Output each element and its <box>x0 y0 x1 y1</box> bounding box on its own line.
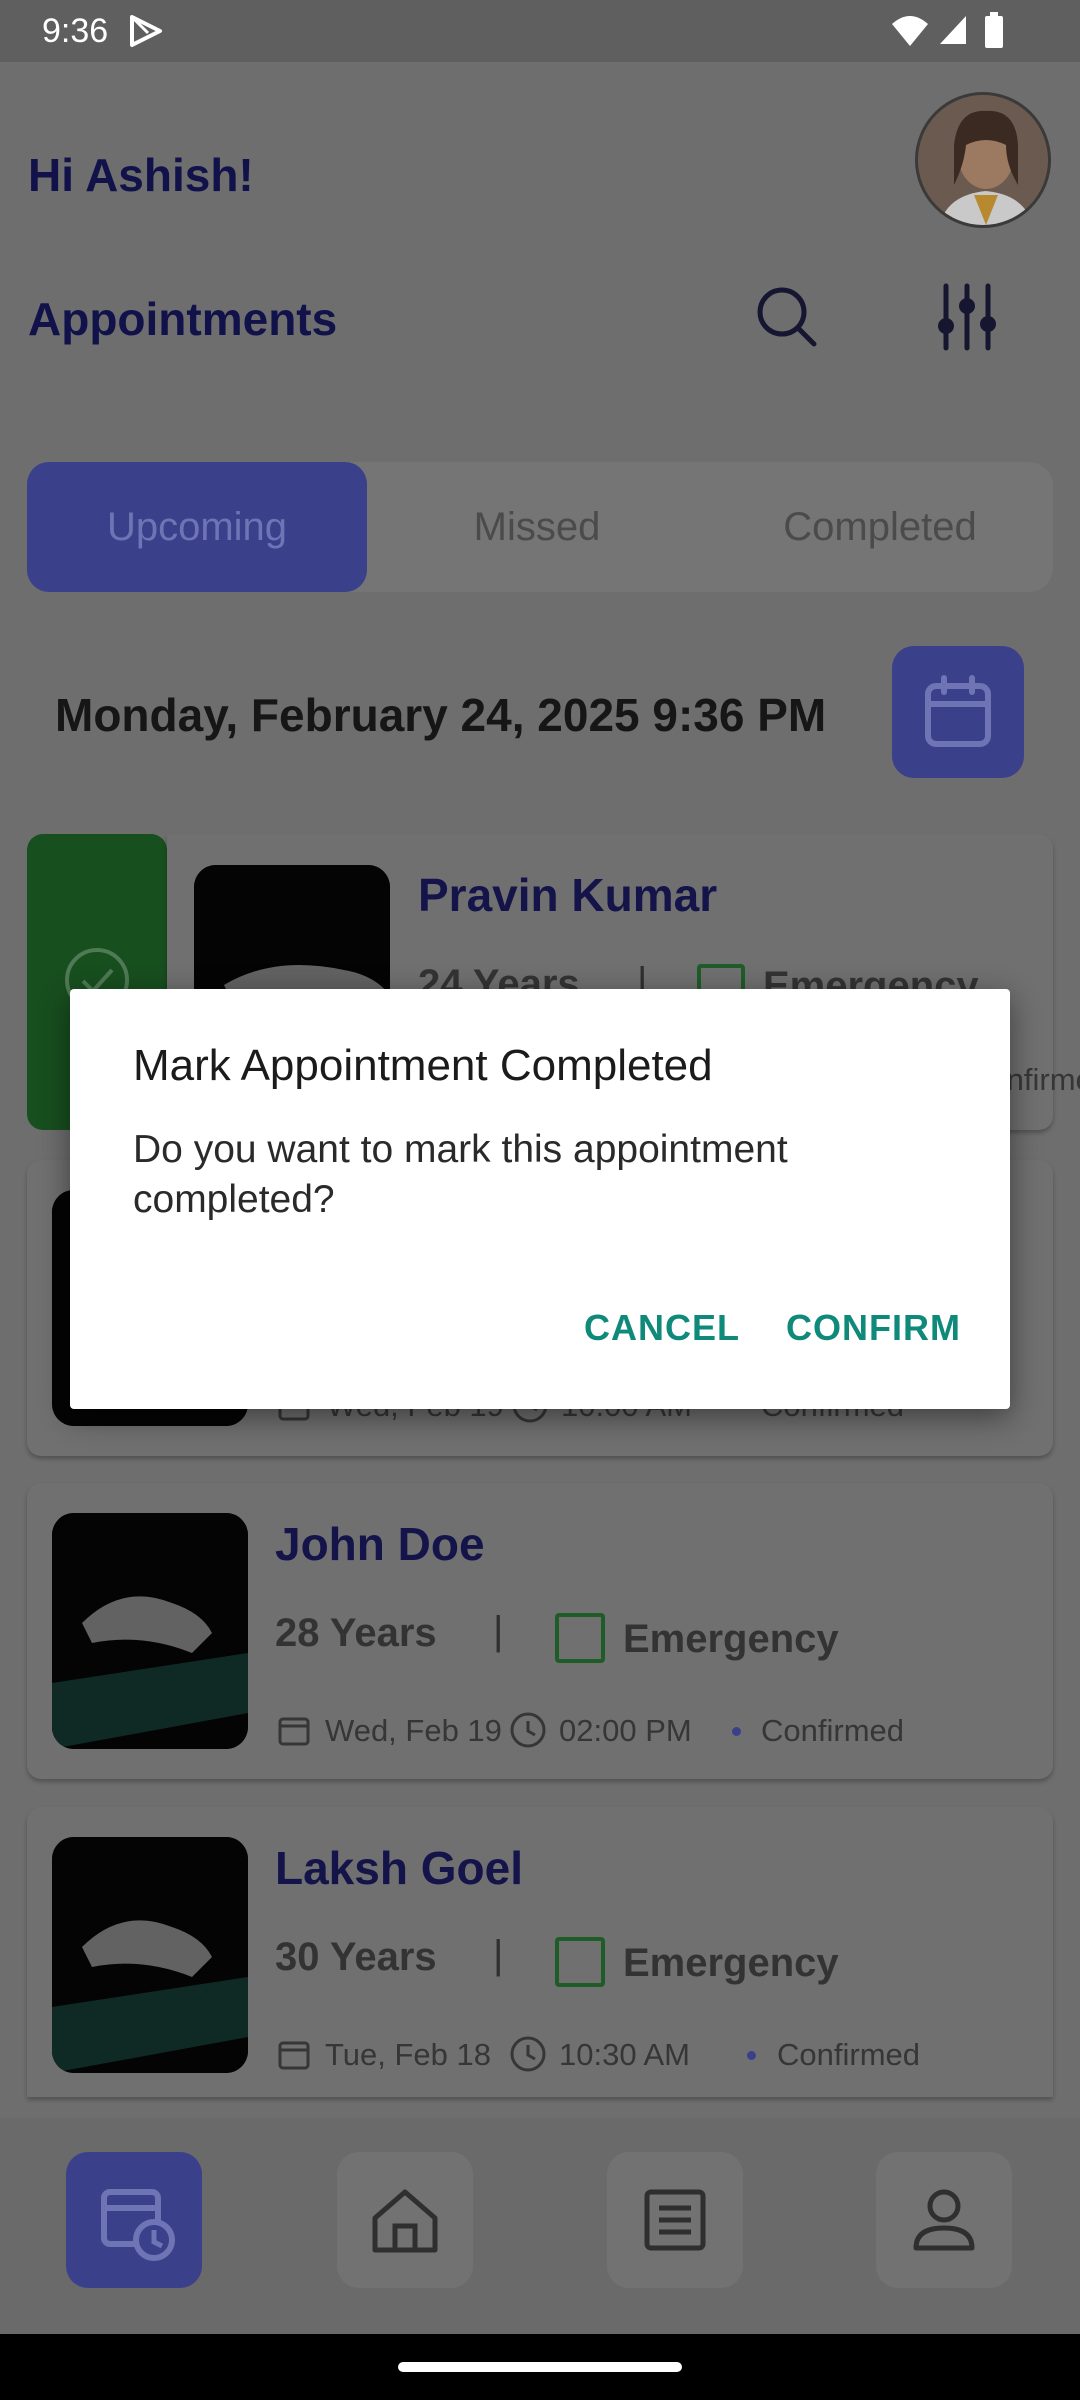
play-store-icon <box>130 15 162 47</box>
filter-sliders-icon[interactable] <box>932 282 1002 352</box>
tab-completed[interactable]: Completed <box>710 462 1050 592</box>
patient-thumbnail <box>52 1513 248 1749</box>
appointment-date: Wed, Feb 19 <box>325 1713 502 1748</box>
separator: | <box>493 1933 504 1977</box>
calendar-clock-icon <box>101 2189 175 2261</box>
appointment-card-3[interactable]: John Doe 28 Years | Emergency Wed, Feb 1… <box>27 1483 1053 1779</box>
nav-profile[interactable] <box>876 2152 1012 2288</box>
appointment-time: 02:00 PM <box>559 1713 692 1748</box>
appointment-time: 10:30 AM <box>559 2037 690 2072</box>
calendar-icon <box>925 675 991 747</box>
emergency-icon <box>555 1613 605 1663</box>
wave-image <box>52 1513 248 1749</box>
section-title: Appointments <box>28 293 338 345</box>
avatar[interactable] <box>915 92 1051 228</box>
tab-missed[interactable]: Missed <box>367 462 707 592</box>
patient-age: 30 Years <box>275 1935 437 1979</box>
patient-thumbnail <box>52 1837 248 2073</box>
doctor-avatar-image <box>918 95 1048 225</box>
status-bar: 9:36 <box>0 0 1080 62</box>
confirm-button[interactable]: CONFIRM <box>786 1307 961 1349</box>
bottom-navigation <box>0 2118 1080 2334</box>
wifi-icon <box>892 16 928 46</box>
current-datetime: Monday, February 24, 2025 9:36 PM <box>55 689 827 741</box>
cancel-button[interactable]: CANCEL <box>584 1307 740 1349</box>
clock-icon <box>510 2036 546 2072</box>
appointment-date: Tue, Feb 18 <box>325 2037 492 2072</box>
tab-upcoming[interactable]: Upcoming <box>27 462 367 592</box>
patient-name: Pravin Kumar <box>418 869 718 921</box>
appointment-type: Emergency <box>623 1941 839 1985</box>
dialog-title: Mark Appointment Completed <box>133 1041 713 1090</box>
appointment-tabs: Upcoming Missed Completed <box>27 462 1053 592</box>
search-icon[interactable] <box>752 282 822 352</box>
calendar-small-icon <box>278 1717 310 1746</box>
battery-icon <box>985 12 1003 48</box>
patient-name: John Doe <box>275 1518 485 1570</box>
dialog-message: Do you want to mark this appointment com… <box>133 1128 788 1221</box>
nav-home[interactable] <box>337 2152 473 2288</box>
person-icon <box>913 2189 975 2251</box>
patient-name: Laksh Goel <box>275 1842 523 1894</box>
separator: | <box>493 1609 504 1653</box>
signal-icon <box>940 16 966 44</box>
calendar-button[interactable] <box>892 646 1024 778</box>
status-time: 9:36 <box>42 12 109 50</box>
list-icon <box>644 2189 706 2251</box>
patient-age: 28 Years <box>275 1611 437 1655</box>
home-icon <box>372 2189 438 2253</box>
wave-image <box>52 1837 248 2073</box>
mark-completed-dialog: Mark Appointment Completed Do you want t… <box>70 989 1010 1409</box>
home-gesture-handle[interactable] <box>398 2362 682 2372</box>
status-dot <box>732 1727 741 1736</box>
appointment-card-4[interactable]: Laksh Goel 30 Years | Emergency Tue, Feb… <box>27 1807 1053 2097</box>
greeting: Hi Ashish! <box>28 149 254 201</box>
appointment-type: Emergency <box>623 1617 839 1661</box>
appointment-status: Confirmed <box>761 1713 904 1748</box>
emergency-icon <box>555 1937 605 1987</box>
nav-appointments[interactable] <box>66 2152 202 2288</box>
nav-list[interactable] <box>607 2152 743 2288</box>
calendar-small-icon <box>278 2041 310 2070</box>
clock-icon <box>510 1712 546 1748</box>
status-dot <box>747 2051 756 2060</box>
appointment-status: Confirmed <box>777 2037 920 2072</box>
